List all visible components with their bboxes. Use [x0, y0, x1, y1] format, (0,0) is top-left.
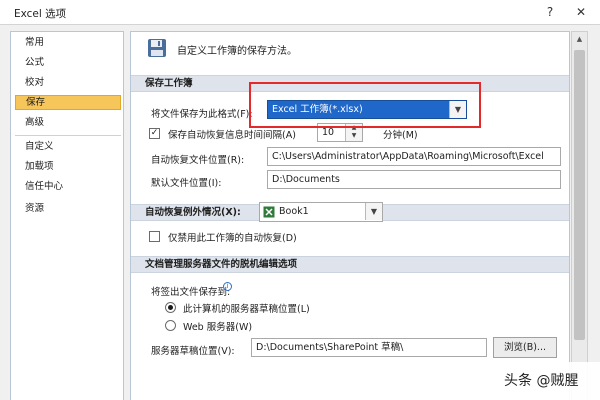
save-format-label: 将文件保存为此格式(F):: [151, 109, 253, 120]
sidebar-item-formulas[interactable]: 公式: [15, 55, 121, 70]
scroll-up-icon[interactable]: ▲: [572, 35, 587, 43]
dialog-title: Excel 选项: [14, 8, 67, 20]
sidebar-item-proofing[interactable]: 校对: [15, 75, 121, 90]
options-sidebar: 常用 公式 校对 保存 高级 自定义 加载项 信任中心 资源: [10, 31, 124, 400]
chevron-down-icon[interactable]: ▼: [365, 203, 382, 220]
default-location-label: 默认文件位置(I):: [151, 178, 222, 189]
save-format-select[interactable]: Excel 工作簿(*.xlsx) ▼: [267, 100, 467, 119]
excel-options-dialog: Excel 选项 ? ✕ 常用 公式 校对 保存 高级 自定义 加载项 信任中心…: [0, 0, 600, 400]
offline-editing-section-header: 文档管理服务器文件的脱机编辑选项: [131, 256, 569, 273]
sidebar-item-addins[interactable]: 加载项: [15, 159, 121, 174]
close-button[interactable]: ✕: [570, 3, 592, 21]
minutes-unit-label: 分钟(M): [383, 130, 418, 141]
radio-web-server-label: Web 服务器(W): [183, 322, 253, 333]
autorecover-location-label: 自动恢复文件位置(R):: [151, 155, 245, 166]
browse-button[interactable]: 浏览(B)...: [493, 337, 557, 358]
default-location-input[interactable]: D:\Documents: [267, 170, 561, 189]
sidebar-item-save[interactable]: 保存: [15, 95, 121, 110]
radio-local-drafts[interactable]: [165, 302, 176, 313]
save-options-panel: 自定义工作簿的保存方法。 保存工作簿 将文件保存为此格式(F): Excel 工…: [130, 31, 570, 400]
autorecover-label: 保存自动恢复信息时间间隔(A): [168, 130, 296, 141]
panel-scrollbar[interactable]: ▲: [571, 31, 588, 400]
panel-header-text: 自定义工作簿的保存方法。: [177, 46, 297, 57]
sidebar-item-advanced[interactable]: 高级: [15, 115, 121, 130]
sidebar-divider: [15, 135, 121, 136]
info-icon: i: [223, 282, 232, 291]
radio-web-server[interactable]: [165, 320, 176, 331]
help-button[interactable]: ?: [539, 3, 561, 21]
sidebar-item-trust-center[interactable]: 信任中心: [15, 179, 121, 194]
drafts-location-label: 服务器草稿位置(V):: [151, 346, 235, 357]
autorecover-checkbox[interactable]: ✓: [149, 128, 160, 139]
autorecover-location-input[interactable]: C:\Users\Administrator\AppData\Roaming\M…: [267, 147, 561, 166]
excel-workbook-icon: [263, 206, 275, 218]
spinner-arrows-icon[interactable]: ▲ ▼: [345, 124, 362, 141]
sidebar-item-resources[interactable]: 资源: [15, 201, 121, 216]
sidebar-item-customize[interactable]: 自定义: [15, 139, 121, 154]
autorecover-minutes-input[interactable]: 10 ▲ ▼: [317, 123, 363, 142]
save-workbooks-section-header: 保存工作簿: [131, 75, 569, 92]
exceptions-workbook-value: Book1: [279, 206, 309, 217]
exceptions-workbook-select[interactable]: Book1 ▼: [259, 202, 383, 222]
chevron-down-icon[interactable]: ▼: [449, 101, 466, 118]
sidebar-item-general[interactable]: 常用: [15, 35, 121, 50]
floppy-disk-icon: [148, 39, 166, 57]
save-to-label: 将签出文件保存到:: [151, 287, 231, 298]
autorecover-minutes-value: 10: [322, 127, 335, 138]
scrollbar-thumb[interactable]: [574, 50, 585, 340]
radio-local-drafts-label: 此计算机的服务器草稿位置(L): [183, 304, 310, 315]
title-bar: Excel 选项 ? ✕: [0, 0, 600, 25]
save-format-value: Excel 工作簿(*.xlsx): [272, 104, 363, 115]
disable-autorecover-checkbox[interactable]: [149, 231, 160, 242]
watermark-text: 头条 @贼腥: [504, 373, 579, 389]
drafts-location-input[interactable]: D:\Documents\SharePoint 草稿\: [251, 338, 487, 357]
disable-autorecover-label: 仅禁用此工作簿的自动恢复(D): [168, 233, 297, 244]
